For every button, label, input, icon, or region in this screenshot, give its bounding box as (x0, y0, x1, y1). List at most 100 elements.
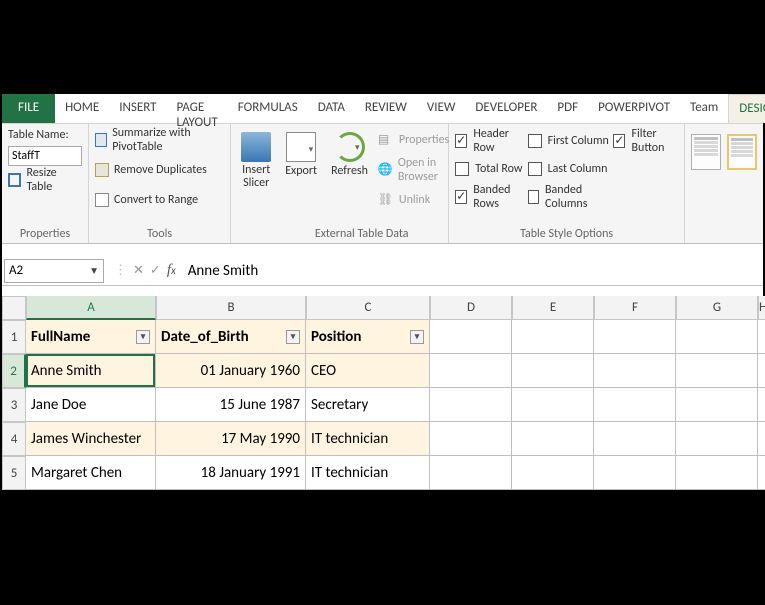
select-all-corner[interactable] (2, 296, 26, 320)
col-header-e[interactable]: E (512, 296, 594, 320)
group-table-styles (685, 124, 763, 243)
cell-a5[interactable]: Margaret Chen (26, 456, 156, 490)
table-style-thumb[interactable] (691, 134, 721, 170)
chevron-down-icon[interactable]: ▼ (89, 264, 99, 277)
cell-g3[interactable] (676, 388, 758, 422)
tab-design[interactable]: DESIGN (728, 94, 765, 123)
tab-page-layout[interactable]: PAGE LAYOUT (167, 94, 228, 123)
first-column-check[interactable] (528, 134, 542, 148)
cell-a3[interactable]: Jane Doe (26, 388, 156, 422)
cell-h4[interactable] (758, 422, 765, 456)
cell-b5[interactable]: 18 January 1991 (156, 456, 306, 490)
cell-c5[interactable]: IT technician (306, 456, 430, 490)
resize-table-label: Resize Table (26, 166, 82, 194)
resize-table-button[interactable]: Resize Table (8, 170, 82, 190)
cell-a4[interactable]: James Winchester (26, 422, 156, 456)
cell-g4[interactable] (676, 422, 758, 456)
cell-b3[interactable]: 15 June 1987 (156, 388, 306, 422)
remove-duplicates-button[interactable]: Remove Duplicates (95, 160, 224, 180)
cell-e5[interactable] (512, 456, 594, 490)
cell-d2[interactable] (430, 354, 512, 388)
cell-d5[interactable] (430, 456, 512, 490)
cell-c3[interactable]: Secretary (306, 388, 430, 422)
export-button[interactable]: Export (281, 128, 321, 223)
summarize-pivot-button[interactable]: Summarize with PivotTable (95, 130, 224, 150)
tab-view[interactable]: VIEW (417, 94, 466, 123)
cell-f5[interactable] (594, 456, 676, 490)
fx-icon[interactable]: fx (167, 262, 176, 279)
row-header-2[interactable]: 2 (2, 354, 26, 388)
col-header-a[interactable]: A (26, 296, 156, 320)
unlink-button: ⛓ Unlink (378, 190, 449, 210)
tab-powerpivot[interactable]: POWERPIVOT (588, 94, 680, 123)
refresh-button[interactable]: Refresh (327, 128, 372, 223)
cell-b2[interactable]: 01 January 1960 (156, 354, 306, 388)
cell-h5[interactable] (758, 456, 765, 490)
last-column-check[interactable] (528, 162, 542, 176)
cell-e3[interactable] (512, 388, 594, 422)
total-row-check[interactable] (455, 162, 469, 176)
cell-b4[interactable]: 17 May 1990 (156, 422, 306, 456)
row-header-5[interactable]: 5 (2, 456, 26, 490)
cell-e2[interactable] (512, 354, 594, 388)
enter-icon[interactable]: ✓ (150, 263, 161, 278)
cell-c1[interactable]: Position ▾ (306, 320, 430, 354)
cell-h3[interactable] (758, 388, 765, 422)
col-header-d[interactable]: D (430, 296, 512, 320)
header-position: Position (311, 328, 361, 346)
tab-insert[interactable]: INSERT (109, 94, 166, 123)
tab-team[interactable]: Team (680, 94, 728, 123)
row-header-4[interactable]: 4 (2, 422, 26, 456)
name-box[interactable]: A2 ▼ (4, 259, 104, 283)
cell-a1[interactable]: FullName▾ (26, 320, 156, 354)
cell-g1[interactable] (676, 320, 758, 354)
col-header-h[interactable]: H (758, 296, 765, 320)
cell-h1[interactable] (758, 320, 765, 354)
filter-icon[interactable]: ▾ (410, 330, 424, 344)
filter-icon[interactable]: ▾ (136, 330, 150, 344)
header-row-check[interactable]: ✓ (455, 134, 467, 148)
table-style-thumb[interactable] (727, 134, 757, 170)
cancel-icon[interactable]: ✕ (133, 263, 144, 278)
cell-f1[interactable] (594, 320, 676, 354)
col-header-c[interactable]: C (306, 296, 430, 320)
cell-g2[interactable] (676, 354, 758, 388)
convert-range-button[interactable]: Convert to Range (95, 190, 224, 210)
cell-e4[interactable] (512, 422, 594, 456)
filter-icon[interactable]: ▾ (286, 330, 300, 344)
row-header-3[interactable]: 3 (2, 388, 26, 422)
tab-formulas[interactable]: FORMULAS (228, 94, 308, 123)
cell-f3[interactable] (594, 388, 676, 422)
col-header-g[interactable]: G (676, 296, 758, 320)
col-header-f[interactable]: F (594, 296, 676, 320)
remove-duplicates-icon (95, 163, 109, 177)
tab-data[interactable]: DATA (308, 94, 355, 123)
banded-columns-check[interactable] (528, 190, 539, 204)
filter-button-check[interactable]: ✓ (613, 134, 625, 148)
tab-review[interactable]: REVIEW (355, 94, 417, 123)
cell-f4[interactable] (594, 422, 676, 456)
tab-home[interactable]: HOME (55, 94, 109, 123)
formula-input[interactable] (184, 259, 763, 283)
cell-a2[interactable]: Anne Smith (26, 354, 156, 388)
cell-c2[interactable]: CEO (306, 354, 430, 388)
banded-rows-check[interactable]: ✓ (455, 190, 467, 204)
col-header-b[interactable]: B (156, 296, 306, 320)
row-header-1[interactable]: 1 (2, 320, 26, 354)
cell-g5[interactable] (676, 456, 758, 490)
tab-developer[interactable]: DEVELOPER (465, 94, 547, 123)
browser-icon: 🌐 (378, 162, 393, 178)
cell-d3[interactable] (430, 388, 512, 422)
tab-pdf[interactable]: PDF (547, 94, 588, 123)
cell-c4[interactable]: IT technician (306, 422, 430, 456)
tab-file[interactable]: FILE (2, 94, 55, 123)
table-name-input[interactable] (8, 146, 82, 166)
header-row-label: Header Row (473, 127, 523, 155)
cell-d1[interactable] (430, 320, 512, 354)
cell-b1[interactable]: Date_of_Birth▾ (156, 320, 306, 354)
cell-d4[interactable] (430, 422, 512, 456)
cell-f2[interactable] (594, 354, 676, 388)
insert-slicer-button[interactable]: Insert Slicer (237, 128, 275, 223)
cell-e1[interactable] (512, 320, 594, 354)
cell-h2[interactable] (758, 354, 765, 388)
